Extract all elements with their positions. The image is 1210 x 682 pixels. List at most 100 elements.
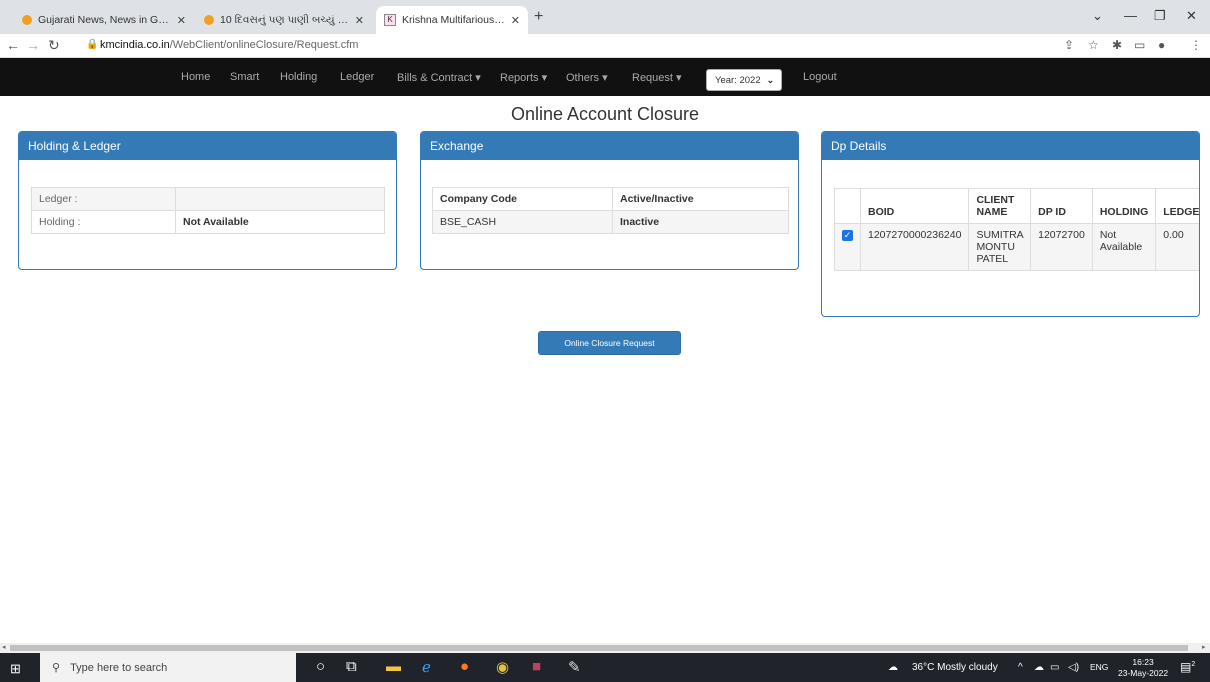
table-row: ✓ 1207270000236240 SUMITRA MONTU PATEL 1…: [834, 223, 1199, 271]
column-header-company-code: Company Code: [432, 187, 613, 211]
chevron-down-icon: ⌄: [766, 74, 775, 85]
tab-label: Krishna Multifarious Pvt.ltd Clien: [402, 14, 505, 26]
clock[interactable]: 16:23 23-May-2022: [1118, 657, 1168, 679]
tab-water-news[interactable]: 10 દિવસનું પણ પાણી બચ્યું નથી, વો ✕: [196, 6, 372, 34]
sidepanel-icon[interactable]: ▭: [1134, 38, 1145, 52]
notification-count: 2: [1191, 661, 1196, 668]
bookmark-star-icon[interactable]: ☆: [1088, 38, 1099, 52]
exchange-panel: Exchange Company Code Active/Inactive BS…: [420, 131, 799, 270]
site-favicon-icon: [22, 15, 32, 25]
browser-tab-bar: Gujarati News, News in Gujarati - ✕ 10 દ…: [0, 0, 1210, 34]
network-icon[interactable]: ▭: [1050, 662, 1059, 673]
profile-icon[interactable]: ●: [1158, 38, 1165, 52]
horizontal-scrollbar[interactable]: ◂ ▸: [0, 643, 1210, 653]
task-view-icon[interactable]: ⧉: [346, 658, 357, 675]
dp-id-cell: 12072700: [1030, 223, 1093, 271]
minimize-icon[interactable]: —: [1124, 8, 1137, 23]
extensions-icon[interactable]: ✱: [1112, 38, 1122, 52]
nav-bills-contract[interactable]: Bills & Contract ▾: [397, 71, 481, 84]
url-host: kmcindia.co.in: [100, 39, 170, 51]
row-checkbox[interactable]: ✓: [842, 230, 853, 241]
row-select-cell: ✓: [834, 223, 861, 271]
weather-text[interactable]: 36°C Mostly cloudy: [912, 662, 998, 673]
nav-holding[interactable]: Holding: [280, 71, 317, 83]
url-path: /WebClient/onlineClosure/Request.cfm: [169, 39, 359, 51]
address-bar: ← → ↻ 🔒 kmcindia.co.in/WebClient/onlineC…: [0, 34, 1210, 58]
forward-icon[interactable]: →: [26, 37, 40, 53]
weather-icon: ☁: [888, 662, 898, 673]
volume-icon[interactable]: ◁): [1068, 662, 1079, 673]
table-row: BSE_CASH Inactive: [432, 210, 789, 234]
column-header-status: Active/Inactive: [612, 187, 789, 211]
windows-taskbar: ⊞ ⚲ Type here to search ○ ⧉ ▬ ℯ ● ◉ ■ ✎ …: [0, 653, 1210, 682]
ledger-cell: 0.00: [1155, 223, 1199, 271]
panel-heading: Exchange: [421, 132, 798, 160]
column-header-client-name: CLIENT NAME: [968, 188, 1032, 224]
tab-gujarati-news[interactable]: Gujarati News, News in Gujarati - ✕: [14, 6, 194, 34]
panel-heading: Dp Details: [822, 132, 1199, 160]
close-icon[interactable]: ✕: [177, 14, 186, 27]
tab-krishna-client[interactable]: K Krishna Multifarious Pvt.ltd Clien ✕: [376, 6, 528, 34]
table-row: Holding : Not Available: [31, 210, 385, 234]
search-icon: ⚲: [52, 662, 61, 674]
close-icon[interactable]: ✕: [355, 14, 364, 27]
page-title: Online Account Closure: [510, 104, 700, 124]
chrome-icon[interactable]: ◉: [496, 658, 509, 676]
paint-icon[interactable]: ✎: [568, 658, 581, 676]
cortana-icon[interactable]: ○: [316, 658, 325, 675]
year-select-value: Year: 2022: [715, 74, 761, 86]
new-tab-button[interactable]: +: [534, 8, 543, 26]
share-icon[interactable]: ⇪: [1064, 38, 1074, 52]
notification-icon[interactable]: ▤2: [1180, 660, 1195, 674]
close-icon[interactable]: ✕: [511, 14, 520, 27]
edge-icon[interactable]: ℯ: [422, 658, 431, 676]
firefox-icon[interactable]: ●: [460, 658, 469, 675]
nav-request[interactable]: Request ▾: [632, 71, 682, 84]
status-cell: Inactive: [612, 210, 789, 234]
holding-cell: Not Available: [1091, 223, 1157, 271]
nav-logout[interactable]: Logout: [803, 71, 837, 83]
nav-smart[interactable]: Smart: [230, 71, 259, 83]
clock-time: 16:23: [1132, 657, 1154, 667]
file-explorer-icon[interactable]: ▬: [386, 658, 401, 675]
site-favicon-icon: K: [384, 14, 396, 26]
table-row: Ledger :: [31, 187, 385, 211]
nav-home[interactable]: Home: [181, 71, 210, 83]
taskbar-search[interactable]: ⚲ Type here to search: [40, 653, 296, 682]
lock-icon: 🔒: [86, 39, 99, 50]
dp-details-table: BOID CLIENT NAME DP ID HOLDING LEDGER ✓ …: [834, 188, 1199, 271]
language-indicator[interactable]: ENG: [1090, 662, 1108, 672]
reload-icon[interactable]: ↻: [48, 37, 60, 54]
online-closure-request-button[interactable]: Online Closure Request: [538, 331, 681, 355]
company-code-cell: BSE_CASH: [432, 210, 613, 234]
close-window-icon[interactable]: ✕: [1186, 8, 1197, 24]
column-header-boid: BOID: [859, 188, 970, 224]
holding-ledger-table: Ledger : Holding : Not Available: [31, 187, 385, 234]
onedrive-icon[interactable]: ☁: [1034, 662, 1044, 673]
url-field[interactable]: kmcindia.co.in/WebClient/onlineClosure/R…: [100, 39, 358, 51]
menu-kebab-icon[interactable]: ⋮: [1190, 38, 1202, 52]
panel-heading: Holding & Ledger: [19, 132, 396, 160]
restore-icon[interactable]: ❐: [1154, 8, 1166, 24]
nav-ledger[interactable]: Ledger: [340, 71, 374, 83]
table-header-row: BOID CLIENT NAME DP ID HOLDING LEDGER: [834, 188, 1199, 224]
app-icon[interactable]: ■: [532, 658, 541, 675]
back-icon[interactable]: ←: [6, 37, 20, 53]
clock-date: 23-May-2022: [1118, 668, 1169, 678]
nav-others[interactable]: Others ▾: [566, 71, 608, 84]
tab-search-chevron-icon[interactable]: ⌄: [1092, 8, 1103, 24]
exchange-table: Company Code Active/Inactive BSE_CASH In…: [432, 187, 789, 234]
year-select[interactable]: Year: 2022 ⌄: [706, 69, 782, 91]
windows-start-icon[interactable]: ⊞: [10, 661, 21, 677]
scrollbar-thumb[interactable]: [10, 645, 1188, 651]
scroll-left-icon[interactable]: ◂: [2, 643, 6, 651]
scroll-right-icon[interactable]: ▸: [1202, 643, 1206, 651]
column-header-holding: HOLDING: [1091, 188, 1157, 224]
tray-chevron-icon[interactable]: ^: [1018, 662, 1023, 673]
tab-label: 10 દિવસનું પણ પાણી બચ્યું નથી, વો: [220, 13, 349, 26]
search-placeholder: Type here to search: [70, 661, 168, 674]
ledger-value: [175, 187, 385, 211]
nav-reports[interactable]: Reports ▾: [500, 71, 547, 84]
holding-value: Not Available: [175, 210, 385, 234]
site-favicon-icon: [204, 15, 214, 25]
